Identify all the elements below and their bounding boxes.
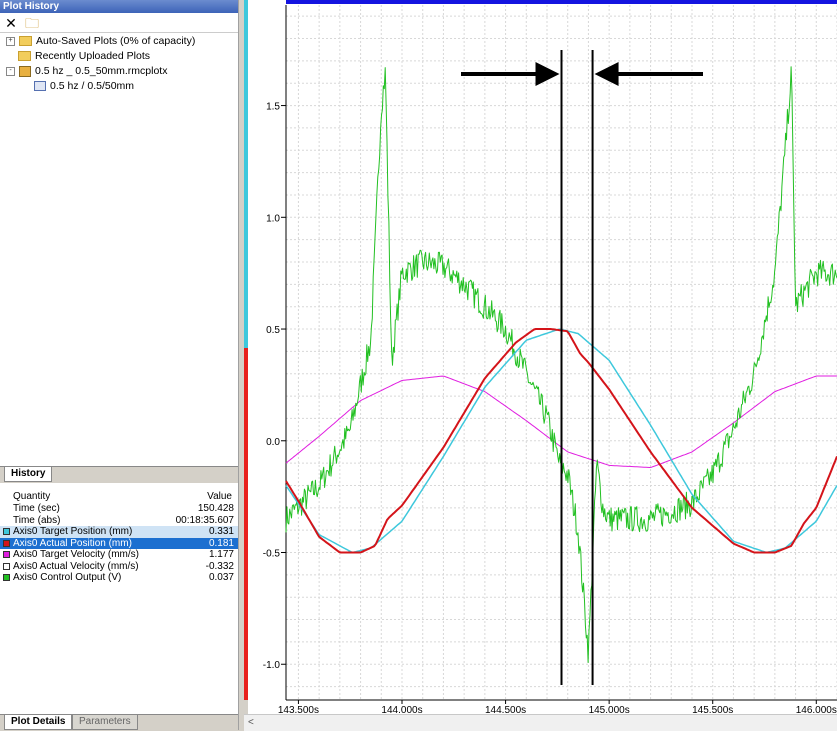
plot-icon	[34, 81, 46, 92]
tree-item-plot-file[interactable]: - 0.5 hz _ 0.5_50mm.rmcplotx	[6, 64, 167, 79]
plot-area[interactable]: 1.5 1.0 0.5 0.0 -0.5 -1.0 143.500s 144.000s 144.…	[248, 0, 837, 716]
x-tick-label: 145.500s	[692, 705, 733, 714]
x-tick-label: 144.500s	[485, 705, 526, 714]
y-tick-label: 0.0	[266, 437, 280, 448]
series-color-swatch	[3, 539, 10, 547]
quantity-label: Axis0 Actual Velocity (mm/s)	[13, 560, 139, 572]
series-color-swatch	[3, 551, 10, 558]
top-range-bar	[286, 0, 837, 4]
quantity-value: -0.332	[205, 560, 234, 572]
tree-item-label: 0.5 hz _ 0.5_50mm.rmcplotx	[35, 65, 168, 77]
arrow-left-head	[594, 62, 619, 86]
tree-item-auto-saved[interactable]: + Auto-Saved Plots (0% of capacity)	[6, 34, 195, 49]
horizontal-scrollbar[interactable]: <	[244, 714, 837, 731]
plot-history-toolbar: ✕ 🗀	[0, 14, 238, 33]
plot-chart: 1.5 1.0 0.5 0.0 -0.5 -1.0 143.500s 144.000s 144.…	[263, 0, 837, 716]
open-folder-icon[interactable]: 🗀	[24, 15, 40, 31]
tab-plot-details[interactable]: Plot Details	[4, 715, 73, 730]
quantity-label: Axis0 Actual Position (mm)	[13, 537, 132, 549]
series-color-swatch	[3, 528, 10, 535]
x-tick-label: 146.000s	[796, 705, 837, 714]
tree-item-label: 0.5 hz / 0.5/50mm	[50, 80, 135, 92]
collapse-minus-icon[interactable]: -	[6, 66, 15, 76]
quantity-value: 00:18:35.607	[175, 514, 234, 526]
details-row[interactable]: Axis0 Actual Velocity (mm/s) -0.332	[0, 561, 238, 573]
quantity-label: Time (sec)	[13, 503, 60, 514]
details-row[interactable]: Axis0 Control Output (V) 0.037	[0, 572, 238, 584]
tab-parameters[interactable]: Parameters	[72, 715, 138, 730]
details-row[interactable]: Time (abs) 00:18:35.607	[0, 515, 238, 527]
series-color-swatch	[3, 562, 10, 570]
x-tick-label: 145.000s	[589, 705, 630, 714]
close-x-icon[interactable]: ✕	[3, 15, 19, 31]
y-tick-label: 1.5	[266, 102, 280, 113]
expand-plus-icon[interactable]: +	[6, 36, 15, 46]
series-color-swatch	[3, 574, 10, 581]
quantity-value: 0.181	[208, 537, 234, 549]
tree-item-plot[interactable]: 0.5 hz / 0.5/50mm	[34, 79, 134, 94]
details-row[interactable]: Axis0 Target Velocity (mm/s) 1.177	[0, 549, 238, 561]
details-row[interactable]: Axis0 Actual Position (mm) 0.181	[0, 537, 238, 549]
tab-history[interactable]: History	[4, 467, 53, 482]
x-tick-label: 144.000s	[381, 705, 422, 714]
plot-file-icon	[19, 65, 31, 77]
folder-icon	[19, 36, 32, 47]
y-tick-label: -0.5	[263, 549, 281, 560]
value-header: Value	[207, 491, 232, 502]
details-row[interactable]: Time (sec) 150.428	[0, 503, 238, 515]
details-tabstrip: Plot Details Parameters	[0, 714, 238, 731]
scroll-left-arrow[interactable]: <	[248, 717, 254, 728]
quantity-label: Axis0 Target Position (mm)	[13, 526, 133, 537]
quantity-label: Axis0 Control Output (V)	[13, 572, 122, 583]
tree-item-label: Recently Uploaded Plots	[35, 50, 150, 62]
quantity-value: 0.037	[208, 572, 234, 583]
left-panel: Plot History ✕ 🗀 + Auto-Saved Plots (0% o…	[0, 0, 239, 731]
details-header: Quantity Value	[0, 491, 238, 503]
quantity-label: Time (abs)	[13, 514, 61, 526]
tree-item-label: Auto-Saved Plots (0% of capacity)	[36, 35, 196, 47]
quantity-value: 0.331	[208, 526, 234, 537]
folder-icon	[18, 51, 31, 62]
quantity-header: Quantity	[13, 491, 51, 502]
quantity-value: 1.177	[208, 549, 234, 560]
plot-details-grid: Quantity Value Time (sec) 150.428 Time (…	[0, 488, 238, 714]
history-tabstrip: History	[0, 466, 238, 483]
x-tick-label: 143.500s	[278, 705, 319, 714]
quantity-value: 150.428	[197, 503, 234, 514]
quantity-label: Axis0 Target Velocity (mm/s)	[13, 549, 139, 560]
y-tick-label: 0.5	[266, 325, 280, 336]
details-row[interactable]: Axis0 Target Position (mm) 0.331	[0, 526, 238, 538]
plot-history-title: Plot History	[0, 0, 238, 13]
tree-item-recent[interactable]: Recently Uploaded Plots	[18, 49, 150, 64]
y-tick-label: -1.0	[263, 660, 281, 671]
y-tick-label: 1.0	[266, 213, 280, 224]
